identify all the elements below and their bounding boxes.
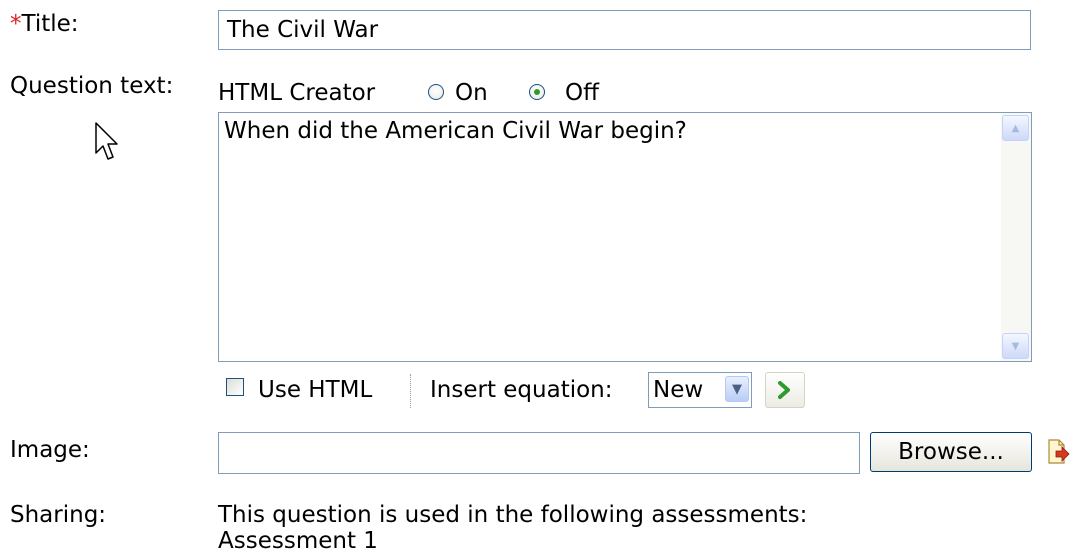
title-label-text: Title: (21, 11, 79, 37)
title-label: *Title: (10, 10, 79, 38)
browse-button[interactable]: Browse... (870, 432, 1032, 472)
scroll-down-arrow-icon[interactable]: ▼ (1002, 333, 1029, 359)
use-html-label: Use HTML (258, 377, 373, 403)
title-input[interactable]: The Civil War (218, 10, 1031, 50)
assessment-item: Assessment 1 (218, 528, 378, 554)
insert-equation-go-button[interactable] (765, 372, 805, 408)
html-creator-on-label: On (455, 80, 488, 106)
go-arrow-icon (778, 381, 790, 399)
question-text-label: Question text: (10, 73, 174, 99)
sharing-label: Sharing: (10, 502, 107, 528)
html-creator-label: HTML Creator (218, 80, 376, 106)
equation-select[interactable]: New ▼ (648, 372, 752, 408)
html-creator-off-radio[interactable] (529, 84, 545, 100)
html-creator-off-label: Off (565, 80, 599, 106)
textarea-scrollbar[interactable]: ▲ ▼ (1001, 113, 1031, 361)
scroll-up-arrow-icon[interactable]: ▲ (1002, 115, 1029, 141)
required-marker: * (10, 11, 22, 37)
radio-selected-dot (534, 89, 540, 95)
html-creator-on-radio[interactable] (428, 84, 444, 100)
mouse-cursor-icon (95, 122, 118, 160)
toolbar-divider (410, 374, 411, 408)
insert-equation-label: Insert equation: (430, 377, 613, 403)
remove-file-icon[interactable] (1046, 439, 1070, 465)
sharing-text: This question is used in the following a… (218, 502, 808, 528)
image-label: Image: (10, 437, 90, 463)
use-html-checkbox[interactable] (226, 378, 244, 396)
question-text-content: When did the American Civil War begin? (224, 118, 687, 144)
question-text-area[interactable]: When did the American Civil War begin? ▲… (218, 112, 1032, 362)
dropdown-arrow-icon[interactable]: ▼ (725, 376, 749, 402)
image-file-input[interactable] (218, 432, 860, 474)
equation-select-value: New (653, 377, 704, 403)
